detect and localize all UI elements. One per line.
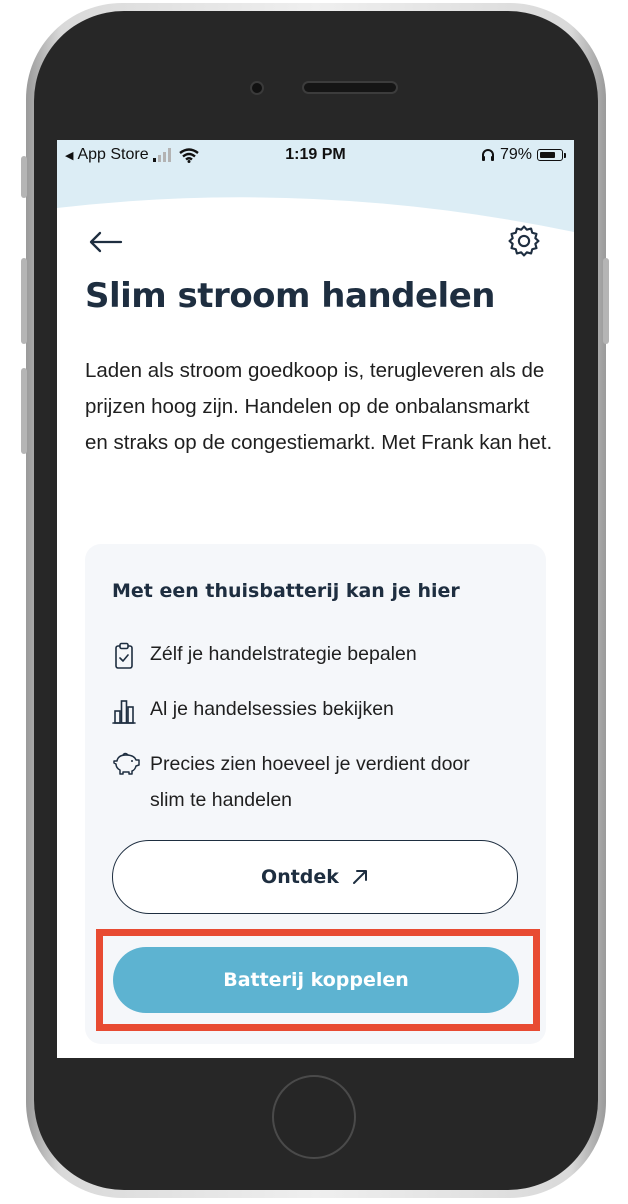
side-button-silent [21, 156, 27, 198]
feature-item-sessions: Al je handelsessies bekijken [112, 691, 394, 727]
headphones-icon [481, 149, 494, 161]
feature-text-strategy: Zélf je handelstrategie bepalen [150, 643, 417, 665]
feature-item-strategy: Zélf je handelstrategie bepalen [112, 636, 417, 672]
intro-text: Laden als stroom goedkoop is, teruglever… [85, 359, 553, 454]
side-button-volume-up [21, 258, 27, 344]
home-button[interactable] [272, 1075, 356, 1159]
battery-tip [564, 152, 566, 158]
bar-chart-icon [112, 700, 136, 724]
arrow-left-icon[interactable] [87, 228, 123, 256]
feature-text-earnings: Precies zien hoeveel je verdient door sl… [150, 753, 470, 811]
clipboard-check-icon [115, 642, 133, 669]
feature-item-earnings: Precies zien hoeveel je verdient door sl… [112, 746, 490, 818]
earpiece-speaker [304, 83, 396, 92]
battery-percent: 79% [499, 146, 532, 163]
side-button-volume-down [21, 368, 27, 454]
app-screen: ◀ App Store 1:19 PM 79% Slim stroom hand… [57, 140, 574, 1058]
piggy-bank-icon [113, 752, 140, 775]
discover-button-label: Ontdek [261, 866, 339, 888]
connect-battery-button-label: Batterij koppelen [223, 969, 409, 991]
status-bar: ◀ App Store 1:19 PM 79% [57, 140, 574, 170]
discover-button[interactable]: Ontdek [112, 840, 518, 914]
arrow-up-right-icon [352, 870, 367, 884]
front-camera [252, 83, 262, 93]
connect-battery-button[interactable]: Batterij koppelen [113, 947, 519, 1013]
status-right: 79% [481, 146, 566, 164]
feature-text-sessions: Al je handelsessies bekijken [150, 698, 394, 720]
card-title: Met een thuisbatterij kan je hier [112, 580, 460, 602]
gear-icon[interactable] [507, 224, 541, 258]
battery-icon [537, 149, 563, 161]
page-title: Slim stroom handelen [85, 276, 495, 316]
side-button-power [603, 258, 609, 344]
battery-level-fill [539, 151, 556, 158]
